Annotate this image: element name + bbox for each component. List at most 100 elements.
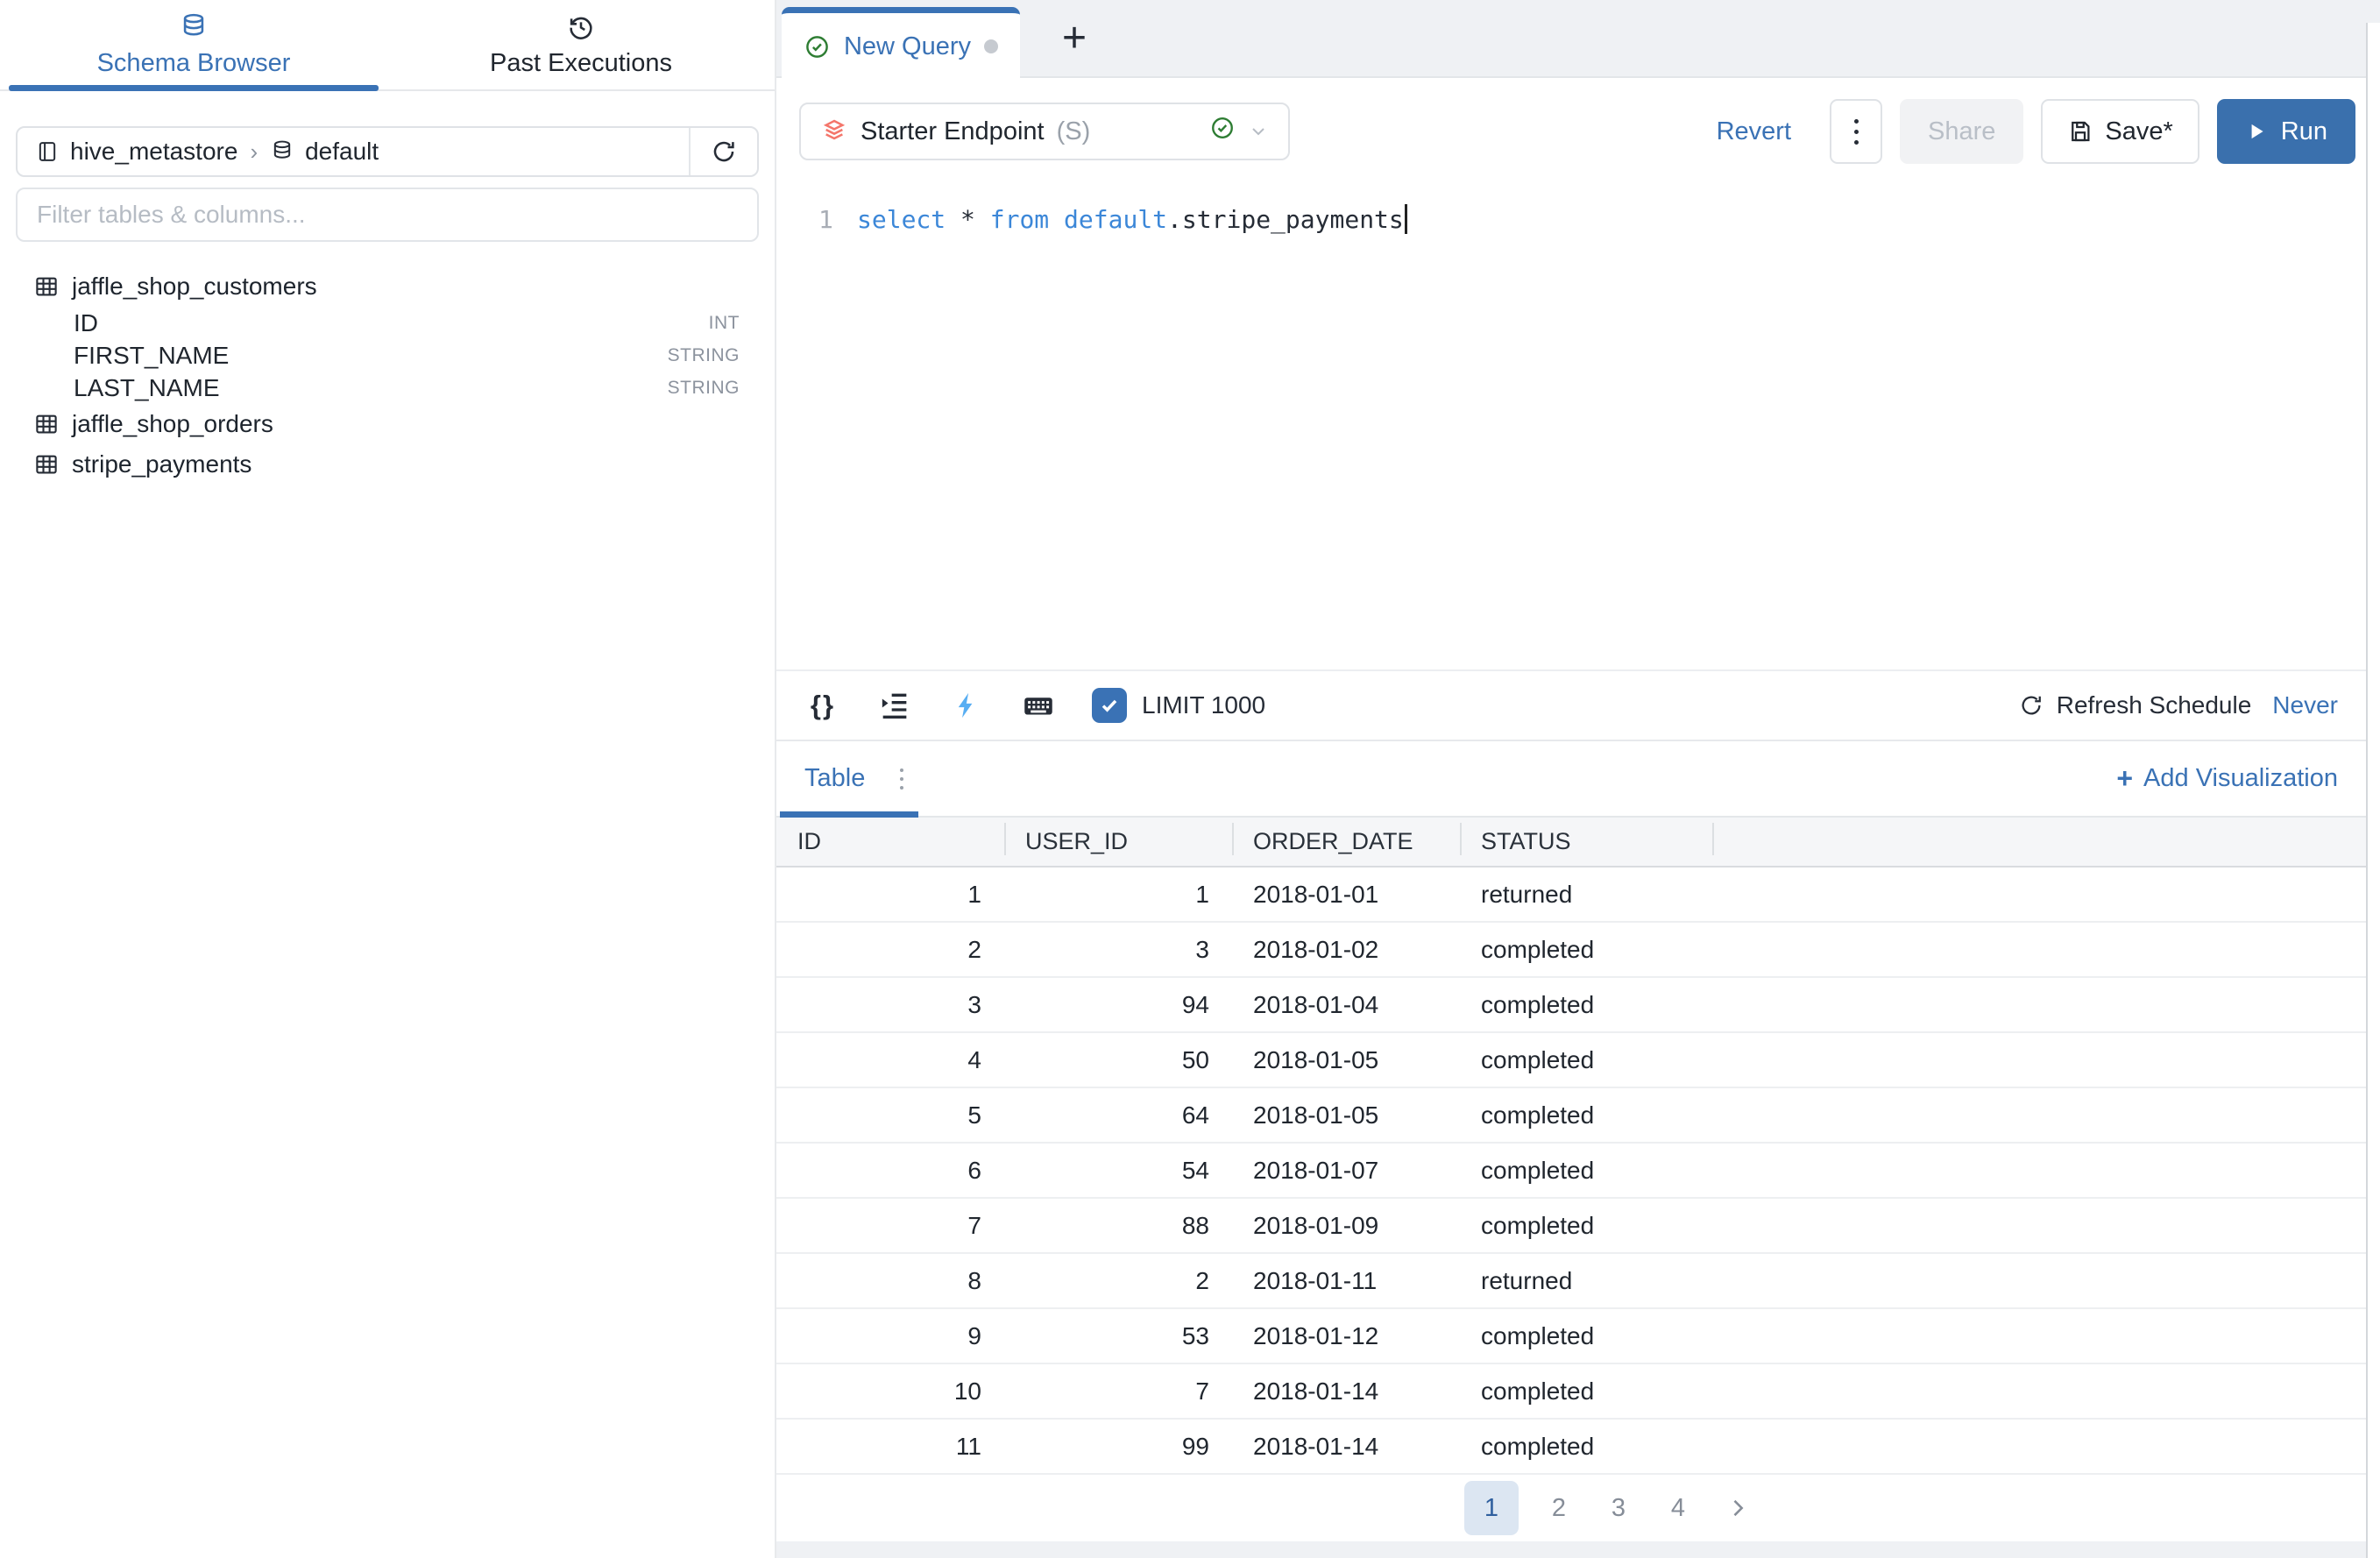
schema-refresh-button[interactable] bbox=[689, 128, 757, 175]
breadcrumb-schema[interactable]: default bbox=[305, 138, 379, 166]
endpoint-name: Starter Endpoint bbox=[861, 117, 1045, 146]
format-query-icon[interactable]: {} bbox=[804, 687, 841, 724]
table-cell: 2018-01-12 bbox=[1232, 1322, 1460, 1350]
table-cell: 7 bbox=[1004, 1377, 1232, 1406]
schema-list: jaffle_shop_customersIDINTFIRST_NAMESTRI… bbox=[0, 266, 775, 485]
table-cell: 10 bbox=[776, 1377, 1004, 1406]
schema-sidebar: Schema Browser Past Executions hive_meta… bbox=[0, 0, 776, 1558]
pagination-page-4[interactable]: 4 bbox=[1659, 1481, 1697, 1535]
schema-column-type: STRING bbox=[668, 378, 740, 399]
scrollbar-track[interactable] bbox=[2366, 23, 2380, 1558]
breadcrumb-catalog[interactable]: hive_metastore bbox=[70, 138, 237, 166]
unsaved-changes-dot bbox=[984, 39, 998, 53]
pagination-page-3[interactable]: 3 bbox=[1599, 1481, 1638, 1535]
editor-toolbar: {} bbox=[776, 669, 2366, 741]
breadcrumb: hive_metastore › default bbox=[16, 126, 759, 177]
table-cell: 2018-01-04 bbox=[1232, 991, 1460, 1019]
table-cell: 2018-01-09 bbox=[1232, 1212, 1460, 1240]
table-row: 1072018-01-14completed bbox=[776, 1364, 2366, 1420]
schema-column-item[interactable]: LAST_NAMESTRING bbox=[0, 372, 775, 404]
chevron-down-icon bbox=[1248, 121, 1269, 142]
pagination-page-2[interactable]: 2 bbox=[1540, 1481, 1578, 1535]
filter-input[interactable] bbox=[16, 188, 759, 242]
sql-token bbox=[975, 205, 990, 234]
schema-table-item[interactable]: jaffle_shop_orders bbox=[0, 404, 775, 444]
table-cell: 2018-01-02 bbox=[1232, 936, 1460, 964]
table-cell: 3 bbox=[1004, 936, 1232, 964]
pagination-next-button[interactable] bbox=[1718, 1481, 1757, 1535]
schema-table-item[interactable]: stripe_payments bbox=[0, 444, 775, 485]
table-header-cell[interactable]: ORDER_DATE bbox=[1232, 818, 1460, 866]
tab-table-view[interactable]: Table bbox=[804, 764, 865, 793]
add-visualization-button[interactable]: + Add Visualization bbox=[2116, 762, 2338, 795]
autocomplete-indent-icon[interactable] bbox=[876, 687, 913, 724]
results-table-body: 112018-01-01returned232018-01-02complete… bbox=[776, 868, 2366, 1475]
table-cell: 8 bbox=[776, 1267, 1004, 1295]
limit-toggle[interactable]: LIMIT 1000 bbox=[1092, 688, 1265, 723]
save-button[interactable]: Save* bbox=[2041, 99, 2199, 164]
more-options-button[interactable] bbox=[1830, 99, 1882, 164]
table-cell: 2018-01-01 bbox=[1232, 881, 1460, 909]
table-row: 3942018-01-04completed bbox=[776, 978, 2366, 1033]
table-view-options-icon[interactable] bbox=[900, 768, 903, 790]
endpoint-ok-icon bbox=[1209, 115, 1236, 148]
bottom-strip bbox=[776, 1541, 2366, 1558]
table-cell: 50 bbox=[1004, 1046, 1232, 1074]
keyboard-shortcuts-icon[interactable] bbox=[1020, 687, 1057, 724]
tab-new-query[interactable]: New Query bbox=[782, 7, 1020, 80]
table-cell: 5 bbox=[776, 1101, 1004, 1130]
tab-past-executions[interactable]: Past Executions bbox=[387, 0, 775, 89]
table-header-filler bbox=[1712, 818, 2366, 866]
table-cell: completed bbox=[1460, 1157, 1712, 1185]
table-row: 7882018-01-09completed bbox=[776, 1199, 2366, 1254]
table-cell: 4 bbox=[776, 1046, 1004, 1074]
live-autocomplete-icon[interactable] bbox=[948, 687, 985, 724]
table-header-cell[interactable]: USER_ID bbox=[1004, 818, 1232, 866]
refresh-schedule-value[interactable]: Never bbox=[2272, 691, 2338, 719]
database-icon bbox=[179, 12, 209, 42]
endpoint-selector[interactable]: Starter Endpoint (S) bbox=[799, 103, 1290, 160]
play-icon bbox=[2245, 120, 2268, 143]
refresh-icon bbox=[710, 138, 738, 166]
refresh-schedule-label: Refresh Schedule bbox=[2057, 691, 2252, 719]
sql-token bbox=[946, 205, 960, 234]
run-button[interactable]: Run bbox=[2217, 99, 2355, 164]
table-cell: 2018-01-07 bbox=[1232, 1157, 1460, 1185]
limit-checkbox[interactable] bbox=[1092, 688, 1127, 723]
revert-button[interactable]: Revert bbox=[1717, 117, 1791, 146]
tab-label: Past Executions bbox=[490, 49, 672, 78]
table-grid-icon bbox=[33, 451, 60, 478]
breadcrumb-separator: › bbox=[250, 138, 258, 166]
table-header-cell[interactable]: ID bbox=[776, 818, 1004, 866]
sql-token: * bbox=[960, 205, 975, 234]
schema-table-item[interactable]: jaffle_shop_customers bbox=[0, 266, 775, 307]
pagination-page-1[interactable]: 1 bbox=[1464, 1481, 1519, 1535]
tab-schema-browser[interactable]: Schema Browser bbox=[0, 0, 387, 89]
line-number: 1 bbox=[818, 205, 857, 234]
share-button[interactable]: Share bbox=[1900, 99, 2023, 164]
sql-token bbox=[1049, 205, 1064, 234]
table-cell: 64 bbox=[1004, 1101, 1232, 1130]
endpoint-stack-icon bbox=[820, 117, 848, 145]
table-cell: 11 bbox=[776, 1433, 1004, 1461]
table-cell: returned bbox=[1460, 1267, 1712, 1295]
plus-icon: + bbox=[2116, 762, 2133, 795]
schema-column-item[interactable]: FIRST_NAMESTRING bbox=[0, 339, 775, 372]
table-cell: 2018-01-11 bbox=[1232, 1267, 1460, 1295]
table-grid-icon bbox=[33, 411, 60, 437]
table-cell: 3 bbox=[776, 991, 1004, 1019]
sql-editor[interactable]: 1 select * from default.stripe_payments bbox=[776, 199, 2366, 239]
chevron-right-icon bbox=[1725, 1496, 1750, 1520]
table-cell: completed bbox=[1460, 1046, 1712, 1074]
sql-token: default bbox=[1064, 205, 1167, 234]
table-header-cell[interactable]: STATUS bbox=[1460, 818, 1712, 866]
table-row: 9532018-01-12completed bbox=[776, 1309, 2366, 1364]
refresh-schedule-icon bbox=[2018, 692, 2044, 719]
table-cell: completed bbox=[1460, 936, 1712, 964]
schema-column-type: INT bbox=[709, 313, 740, 334]
table-cell: 99 bbox=[1004, 1433, 1232, 1461]
schema-column-item[interactable]: IDINT bbox=[0, 307, 775, 339]
add-tab-button[interactable]: + bbox=[1039, 0, 1109, 76]
table-cell: 94 bbox=[1004, 991, 1232, 1019]
active-view-underline bbox=[780, 811, 918, 818]
